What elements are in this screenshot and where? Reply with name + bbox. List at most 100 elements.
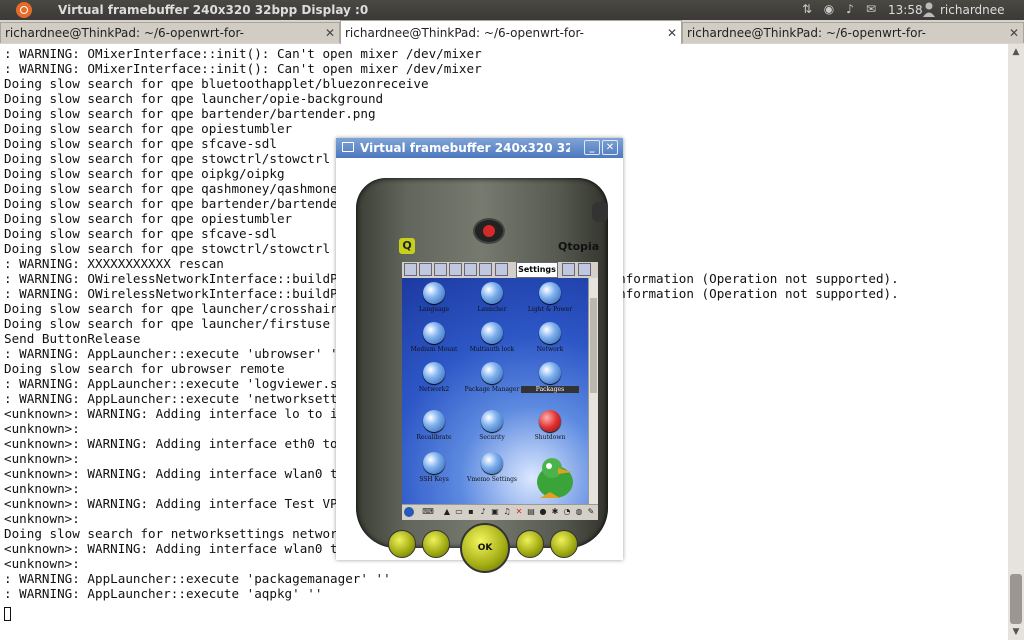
pencil-icon[interactable]: ✎ xyxy=(586,507,596,517)
app-label: Recalibrate xyxy=(416,434,452,441)
power-button[interactable] xyxy=(473,218,505,244)
app-medium-mount[interactable]: Medium Mount xyxy=(405,322,463,353)
app-label: Light & Power xyxy=(527,306,573,313)
window-menu-icon[interactable] xyxy=(342,142,354,152)
app-multiauth-lock[interactable]: Multiauth lock xyxy=(463,322,521,353)
terminal-line: : WARNING: OMixerInterface::init(): Can'… xyxy=(4,61,482,76)
packages-icon xyxy=(539,362,561,384)
terminal-line: Doing slow search for qpe bartender/bart… xyxy=(4,196,346,211)
app-label: SSH Keys xyxy=(419,476,449,483)
opie-taskbar: ⌨ ▲ ▭ ▪ ♪ ▣ ♫ ✕ ▤ ● ✱ ◔ ◍ ✎ xyxy=(402,504,598,520)
terminal-line: <unknown>: xyxy=(4,451,80,466)
scroll-down-icon[interactable]: ▼ xyxy=(1008,624,1024,640)
terminal-line: : WARNING: XXXXXXXXXXX rescan xyxy=(4,256,224,271)
volume-icon[interactable]: ♪ xyxy=(843,3,857,16)
app-package-manager[interactable]: Package Manager xyxy=(463,362,521,393)
ubuntu-logo-icon[interactable] xyxy=(16,2,32,18)
launcher-tab-bar: Settings xyxy=(402,262,598,278)
user-icon[interactable] xyxy=(922,2,936,17)
app-label: Shutdown xyxy=(534,434,566,441)
clock[interactable]: 13:58 xyxy=(888,3,923,17)
vmemo-settings-icon xyxy=(481,452,503,474)
memory-icon[interactable]: ▤ xyxy=(526,507,536,517)
mail-icon[interactable]: ✉ xyxy=(864,3,878,16)
app-network2[interactable]: Network2 xyxy=(405,362,463,393)
framebuffer-titlebar[interactable]: Virtual framebuffer 240x320 32bpp D _ ✕ xyxy=(336,138,623,158)
record-icon[interactable]: ● xyxy=(538,507,548,517)
terminal-line: : WARNING: OMixerInterface::init(): Can'… xyxy=(4,46,482,61)
settings-gear-icon[interactable]: ✱ xyxy=(550,507,560,517)
launcher-tab-icon[interactable] xyxy=(449,263,462,276)
app-shutdown[interactable]: Shutdown xyxy=(521,410,579,441)
launcher-tab-icon[interactable] xyxy=(434,263,447,276)
launcher-tab-icon[interactable] xyxy=(578,263,591,276)
app-vmemo-settings[interactable]: Vmemo Settings xyxy=(463,452,521,483)
launcher-tab-icon[interactable] xyxy=(479,263,492,276)
home-button[interactable] xyxy=(388,530,416,558)
cpu-icon[interactable]: ▪ xyxy=(466,507,476,517)
close-icon[interactable]: ✕ xyxy=(1009,23,1019,44)
user-name[interactable]: richardnee xyxy=(940,3,1005,17)
network2-icon xyxy=(423,362,445,384)
launcher-scrollbar[interactable] xyxy=(588,278,598,504)
terminal-line: Doing slow search for qpe launcher/opie-… xyxy=(4,91,384,106)
app-security[interactable]: Security xyxy=(463,410,521,441)
network-icon[interactable]: ⇅ xyxy=(800,3,814,16)
terminal-line: : WARNING: AppLauncher::execute 'aqpkg' … xyxy=(4,586,323,601)
speaker-icon[interactable]: ♫ xyxy=(502,507,512,517)
accessibility-icon[interactable]: ◉ xyxy=(822,3,836,16)
todo-button[interactable] xyxy=(550,530,578,558)
launcher-tab-icon[interactable] xyxy=(419,263,432,276)
pda-screen[interactable]: Settings Language Launcher Light & Power xyxy=(402,262,598,520)
terminal-tab-1[interactable]: richardnee@ThinkPad: ~/6-openwrt-for-emb… xyxy=(0,22,340,61)
language-icon xyxy=(423,282,445,304)
start-menu-icon[interactable] xyxy=(404,507,414,517)
scroll-up-icon[interactable]: ▲ xyxy=(1008,44,1024,60)
terminal-line: <unknown>: xyxy=(4,421,80,436)
terminal-line: Doing slow search for qpe opiestumbler xyxy=(4,121,293,136)
back-button[interactable] xyxy=(516,530,544,558)
light-power-icon xyxy=(539,282,561,304)
terminal-line: Doing slow search for qpe bluetoothapple… xyxy=(4,76,429,91)
app-label: Vmemo Settings xyxy=(467,476,517,483)
framebuffer-window[interactable]: Virtual framebuffer 240x320 32bpp D _ ✕ … xyxy=(336,138,623,573)
globe-icon[interactable]: ◍ xyxy=(574,507,584,517)
terminal-tab-3[interactable]: richardnee@ThinkPad: ~/6-openwrt-for-emb… xyxy=(682,22,1024,61)
contacts-button[interactable] xyxy=(422,530,450,558)
launcher-scrollbar-thumb[interactable] xyxy=(590,298,597,393)
close-icon[interactable]: ✕ xyxy=(667,21,677,45)
launcher-tab-icon[interactable] xyxy=(562,263,575,276)
app-label: Package Manager xyxy=(464,386,520,393)
app-launcher[interactable]: Launcher xyxy=(463,282,521,313)
app-label: Language xyxy=(418,306,450,313)
tab-settings[interactable]: Settings xyxy=(516,262,558,278)
terminal-line: Send ButtonRelease xyxy=(4,331,141,346)
input-method-icon[interactable]: ▲ xyxy=(442,507,452,517)
terminal-tab-2[interactable]: richardnee@ThinkPad: ~/6-openwrt-for-emb… xyxy=(340,20,682,64)
ok-button[interactable]: OK xyxy=(460,523,510,573)
minimize-icon[interactable]: _ xyxy=(584,140,600,155)
terminal-scrollbar[interactable]: ▲ ▼ xyxy=(1008,44,1024,640)
screen-capture-icon[interactable]: ▣ xyxy=(490,507,500,517)
terminal-line: Doing slow search for qpe bartender/bart… xyxy=(4,106,376,121)
app-language[interactable]: Language xyxy=(405,282,463,313)
clock-icon[interactable]: ◔ xyxy=(562,507,572,517)
volume-icon[interactable]: ♪ xyxy=(478,507,488,517)
launcher-tab-icon[interactable] xyxy=(464,263,477,276)
launcher-tab-icon[interactable] xyxy=(495,263,508,276)
terminal-line: Doing slow search for qpe launcher/first… xyxy=(4,316,331,331)
app-light-power[interactable]: Light & Power xyxy=(521,282,579,313)
app-packages[interactable]: Packages xyxy=(521,362,579,393)
launcher-tab-icon[interactable] xyxy=(404,263,417,276)
battery-icon[interactable]: ▭ xyxy=(454,507,464,517)
medium-mount-icon xyxy=(423,322,445,344)
close-icon[interactable]: ✕ xyxy=(514,507,524,517)
keyboard-icon[interactable]: ⌨ xyxy=(417,507,439,517)
app-recalibrate[interactable]: Recalibrate xyxy=(405,410,463,441)
close-icon[interactable]: ✕ xyxy=(602,140,618,155)
app-ssh-keys[interactable]: SSH Keys xyxy=(405,452,463,483)
app-network[interactable]: Network xyxy=(521,322,579,353)
close-icon[interactable]: ✕ xyxy=(325,23,335,44)
scrollbar-thumb[interactable] xyxy=(1010,574,1022,624)
app-label: Packages xyxy=(521,386,579,393)
